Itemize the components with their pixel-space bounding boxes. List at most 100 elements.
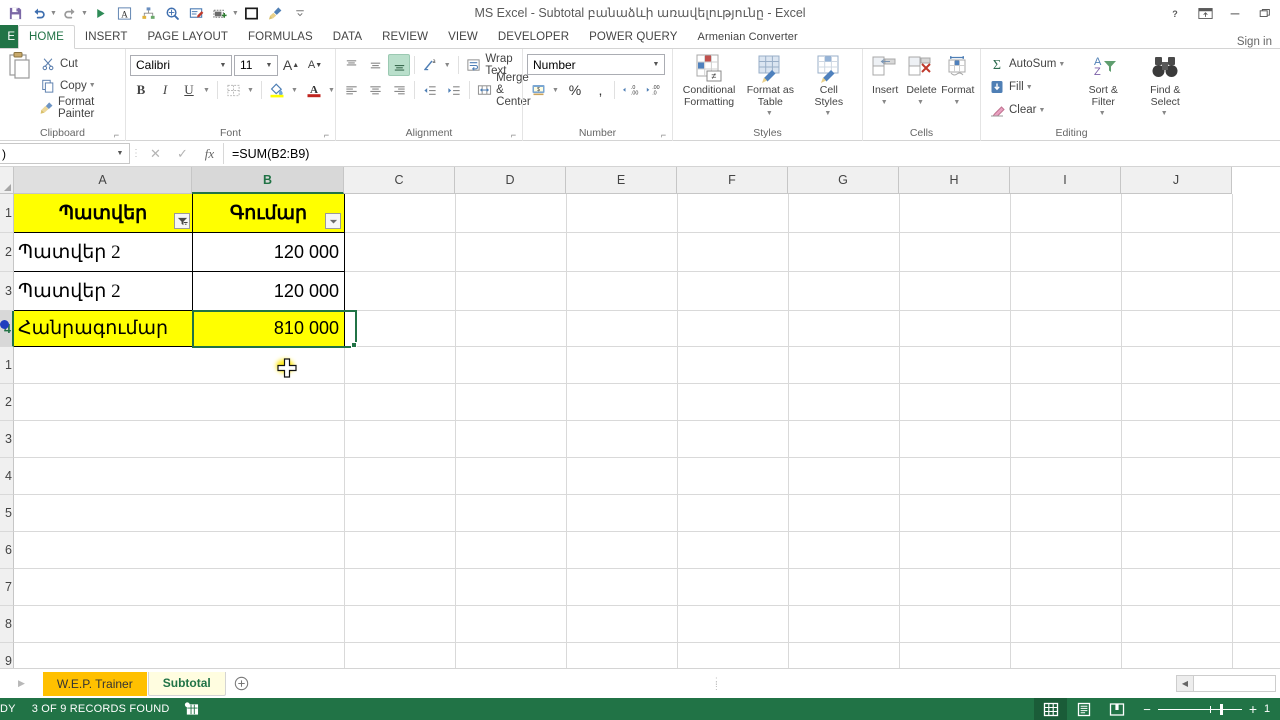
font-color-icon[interactable]: A bbox=[303, 79, 325, 101]
screenshot-caret-icon[interactable]: ▼ bbox=[232, 10, 239, 17]
chevron-down-icon[interactable]: ▼ bbox=[262, 62, 276, 69]
borders-icon[interactable] bbox=[222, 79, 244, 101]
row-header-11[interactable]: 7 bbox=[0, 569, 14, 606]
normal-view-button[interactable] bbox=[1034, 698, 1068, 720]
format-painter-button[interactable]: Format Painter bbox=[37, 96, 121, 120]
font-name-combo[interactable]: Calibri ▼ bbox=[130, 54, 232, 76]
column-header-f[interactable]: F bbox=[677, 167, 788, 194]
zoom-slider-thumb[interactable] bbox=[1219, 703, 1223, 715]
clear-caret-icon[interactable]: ▼ bbox=[1038, 107, 1045, 114]
row-header-8[interactable]: 4 bbox=[0, 458, 14, 495]
align-bottom-icon[interactable] bbox=[388, 54, 410, 76]
tab-review[interactable]: REVIEW bbox=[372, 25, 438, 48]
column-header-h[interactable]: H bbox=[899, 167, 1010, 194]
check-icon[interactable]: ✓ bbox=[169, 143, 196, 165]
number-dialog-launcher[interactable]: ⌐ bbox=[659, 131, 668, 140]
next-sheet-icon[interactable]: ▶ bbox=[18, 678, 25, 689]
sheet-tab-subtotal[interactable]: Subtotal bbox=[147, 671, 226, 696]
paintbrush-icon[interactable] bbox=[265, 2, 287, 24]
accounting-caret-icon[interactable]: ▼ bbox=[551, 79, 562, 101]
hierarchy-icon[interactable] bbox=[138, 2, 160, 24]
filter-button-column-b[interactable] bbox=[325, 213, 341, 229]
column-header-e[interactable]: E bbox=[566, 167, 677, 194]
undo-icon[interactable] bbox=[28, 2, 50, 24]
orientation-icon[interactable]: a bbox=[419, 54, 441, 76]
play-icon[interactable] bbox=[90, 2, 112, 24]
column-header-g[interactable]: G bbox=[788, 167, 899, 194]
hscroll-track[interactable]: ◀ bbox=[1175, 675, 1276, 692]
increase-decimal-icon[interactable]: .0.00 bbox=[619, 79, 641, 101]
comma-format-button[interactable]: , bbox=[588, 79, 610, 101]
paste-button[interactable] bbox=[4, 51, 37, 81]
tab-insert[interactable]: INSERT bbox=[75, 25, 138, 48]
format-as-table-button[interactable]: Format as Table ▼ bbox=[741, 52, 799, 120]
redo-icon[interactable] bbox=[59, 2, 81, 24]
zoom-slider[interactable] bbox=[1157, 703, 1242, 715]
percent-format-button[interactable]: % bbox=[564, 79, 586, 101]
row-header-1[interactable]: 1 bbox=[0, 194, 14, 233]
cell-styles-button[interactable]: Cell Styles ▼ bbox=[800, 52, 858, 120]
row-header-10[interactable]: 6 bbox=[0, 532, 14, 569]
name-box[interactable]: ) ▼ bbox=[0, 143, 130, 164]
cell-b2[interactable]: 120 000 bbox=[193, 233, 345, 272]
clipboard-dialog-launcher[interactable]: ⌐ bbox=[112, 131, 121, 140]
ribbon-display-options-icon[interactable] bbox=[1190, 0, 1220, 26]
bold-button[interactable]: B bbox=[130, 79, 152, 101]
filter-button-column-a[interactable] bbox=[174, 213, 190, 229]
column-header-j[interactable]: J bbox=[1121, 167, 1232, 194]
cell-b4-total-amount[interactable]: 810 000 bbox=[193, 311, 345, 347]
grow-font-button[interactable]: A ▲ bbox=[280, 54, 302, 76]
cell-b1-header[interactable]: Գումար bbox=[193, 194, 345, 233]
tab-home[interactable]: HOME bbox=[18, 25, 75, 49]
redo-caret-icon[interactable]: ▼ bbox=[81, 10, 88, 17]
column-header-d[interactable]: D bbox=[455, 167, 566, 194]
fx-icon[interactable]: fx bbox=[196, 143, 223, 165]
cell-b3[interactable]: 120 000 bbox=[193, 272, 345, 311]
copy-caret-icon[interactable]: ▼ bbox=[89, 82, 96, 89]
row-header-12[interactable]: 8 bbox=[0, 606, 14, 643]
font-size-combo[interactable]: 11 ▼ bbox=[234, 54, 278, 76]
shrink-font-button[interactable]: A ▼ bbox=[304, 54, 326, 76]
minimize-icon[interactable] bbox=[1220, 0, 1250, 26]
cut-button[interactable]: Cut bbox=[37, 53, 121, 74]
fill-color-caret-icon[interactable]: ▼ bbox=[290, 79, 301, 101]
page-break-view-button[interactable] bbox=[1100, 698, 1133, 720]
chevron-down-icon[interactable]: ▼ bbox=[649, 61, 663, 68]
column-header-i[interactable]: I bbox=[1010, 167, 1121, 194]
camera-plus-icon[interactable] bbox=[210, 2, 232, 24]
align-left-icon[interactable] bbox=[340, 79, 362, 101]
zoom-percentage[interactable]: 1 bbox=[1264, 703, 1272, 715]
row-header-9[interactable]: 5 bbox=[0, 495, 14, 532]
horizontal-scrollbar[interactable]: ◀ bbox=[1175, 675, 1280, 692]
tab-data[interactable]: DATA bbox=[323, 25, 372, 48]
square-icon[interactable] bbox=[241, 2, 263, 24]
decrease-indent-icon[interactable] bbox=[419, 79, 441, 101]
column-header-b[interactable]: B bbox=[192, 167, 344, 194]
tab-formulas[interactable]: FORMULAS bbox=[238, 25, 323, 48]
fill-handle[interactable] bbox=[351, 342, 357, 348]
underline-caret-icon[interactable]: ▼ bbox=[202, 79, 213, 101]
row-header-2[interactable]: 2 bbox=[0, 233, 14, 272]
tab-file[interactable]: E bbox=[0, 25, 18, 48]
find-select-button[interactable]: Find & Select ▼ bbox=[1134, 52, 1196, 120]
column-header-a[interactable]: A bbox=[14, 167, 192, 194]
italic-button[interactable]: I bbox=[154, 79, 176, 101]
cell-a3[interactable]: Պատվեր 2 bbox=[14, 272, 193, 311]
alignment-dialog-launcher[interactable]: ⌐ bbox=[509, 131, 518, 140]
chevron-down-icon[interactable]: ▼ bbox=[216, 62, 230, 69]
select-all-corner[interactable] bbox=[0, 167, 14, 194]
fill-caret-icon[interactable]: ▼ bbox=[1026, 84, 1033, 91]
clear-button[interactable]: Clear ▼ bbox=[985, 99, 1068, 121]
row-header-4[interactable]: 4 bbox=[0, 311, 14, 347]
align-center-icon[interactable] bbox=[364, 79, 386, 101]
conditional-formatting-button[interactable]: ≠ Conditional Formatting bbox=[677, 52, 741, 108]
insert-cells-button[interactable]: Insert ▼ bbox=[867, 52, 903, 108]
orientation-caret-icon[interactable]: ▼ bbox=[443, 54, 454, 76]
record-macro-icon[interactable] bbox=[184, 702, 199, 716]
sort-filter-button[interactable]: AZ Sort & Filter ▼ bbox=[1072, 52, 1134, 120]
decrease-decimal-icon[interactable]: .00.0 bbox=[643, 79, 665, 101]
autosum-caret-icon[interactable]: ▼ bbox=[1058, 61, 1065, 68]
align-right-icon[interactable] bbox=[388, 79, 410, 101]
fill-color-icon[interactable] bbox=[266, 79, 288, 101]
save-icon[interactable] bbox=[4, 2, 26, 24]
